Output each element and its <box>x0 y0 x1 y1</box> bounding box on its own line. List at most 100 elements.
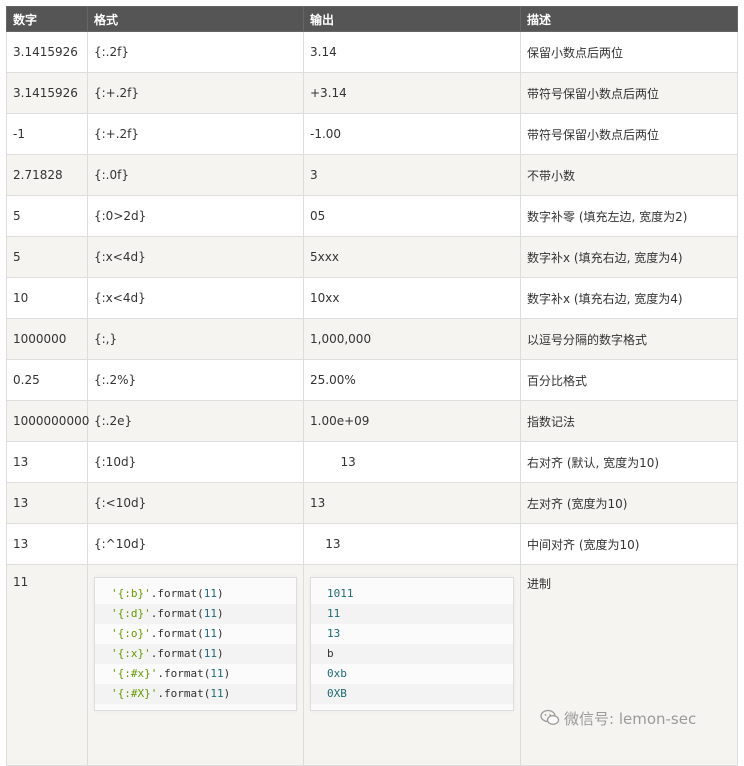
number-cell: 13 <box>6 441 88 483</box>
format-cell: {:x<4d} <box>87 236 304 278</box>
code-method: .format( <box>150 607 204 620</box>
code-close: ) <box>223 687 231 700</box>
code-block: '{:b}'.format(11) '{:d}'.format(11) '{:o… <box>94 577 297 711</box>
output-cell: 13 <box>303 523 521 565</box>
table-row: 0.25 {:.2%} 25.00% 百分比格式 <box>6 359 738 401</box>
code-method: .format( <box>150 627 204 640</box>
code-method: .format( <box>157 667 211 680</box>
output-line: 0xb <box>327 667 347 680</box>
table-row-base-conversion: 11 '{:b}'.format(11) '{:d}'.format(11) '… <box>6 564 738 766</box>
table-row: 1000000000 {:.2e} 1.00e+09 指数记法 <box>6 400 738 442</box>
number-cell: 3.1415926 <box>6 31 88 73</box>
table-row: 3.1415926 {:+.2f} +3.14 带符号保留小数点后两位 <box>6 72 738 114</box>
code-string: '{:d}' <box>111 607 151 620</box>
code-line: '{:b}'.format(11) <box>95 584 296 604</box>
number-cell: 0.25 <box>6 359 88 401</box>
output-cell: 1011 11 13 b 0xb 0XB <box>303 564 521 766</box>
description-cell: 右对齐 (默认, 宽度为10) <box>520 441 738 483</box>
code-method: .format( <box>150 647 204 660</box>
watermark-text: 微信号: lemon-sec <box>564 710 697 728</box>
table-row: 5 {:x<4d} 5xxx 数字补x (填充右边, 宽度为4) <box>6 236 738 278</box>
output-cell: 1,000,000 <box>303 318 521 360</box>
output-cell: -1.00 <box>303 113 521 155</box>
code-method: .format( <box>150 587 204 600</box>
table-row: 13 {:10d} 13 右对齐 (默认, 宽度为10) <box>6 441 738 483</box>
format-cell: {:0>2d} <box>87 195 304 237</box>
table-row: 13 {:^10d} 13 中间对齐 (宽度为10) <box>6 523 738 565</box>
code-line: '{:#x}'.format(11) <box>95 664 296 684</box>
description-cell: 指数记法 <box>520 400 738 442</box>
code-close: ) <box>216 587 224 600</box>
code-arg: 11 <box>203 647 217 660</box>
code-string: '{:o}' <box>111 627 151 640</box>
code-close: ) <box>216 627 224 640</box>
format-table: 数字 格式 输出 描述 3.1415926 {:.2f} 3.14 保留小数点后… <box>6 6 738 766</box>
output-cell: 3 <box>303 154 521 196</box>
number-cell: 11 <box>6 564 88 766</box>
table-row: 10 {:x<4d} 10xx 数字补x (填充右边, 宽度为4) <box>6 277 738 319</box>
output-cell: 1.00e+09 <box>303 400 521 442</box>
code-line: '{:d}'.format(11) <box>95 604 296 624</box>
watermark: 微信号: lemon-sec <box>540 708 696 729</box>
description-cell: 数字补x (填充右边, 宽度为4) <box>520 236 738 278</box>
output-cell: 25.00% <box>303 359 521 401</box>
code-string: '{:x}' <box>111 647 151 660</box>
format-cell: {:.0f} <box>87 154 304 196</box>
table-row: 5 {:0>2d} 05 数字补零 (填充左边, 宽度为2) <box>6 195 738 237</box>
number-cell: 5 <box>6 195 88 237</box>
code-string: '{:#X}' <box>111 687 158 700</box>
output-block: 1011 11 13 b 0xb 0XB <box>310 577 514 711</box>
number-cell: 10 <box>6 277 88 319</box>
description-cell: 左对齐 (宽度为10) <box>520 482 738 524</box>
description-cell: 数字补零 (填充左边, 宽度为2) <box>520 195 738 237</box>
code-close: ) <box>216 607 224 620</box>
wechat-icon <box>540 709 560 725</box>
output-line: 11 <box>311 604 513 624</box>
output-line: b <box>311 644 513 664</box>
description-cell: 中间对齐 (宽度为10) <box>520 523 738 565</box>
format-cell: {:,} <box>87 318 304 360</box>
col-header-format: 格式 <box>87 6 304 32</box>
number-cell: 13 <box>6 482 88 524</box>
code-arg: 11 <box>210 687 224 700</box>
description-cell: 保留小数点后两位 <box>520 31 738 73</box>
format-cell: {:+.2f} <box>87 113 304 155</box>
description-cell: 带符号保留小数点后两位 <box>520 72 738 114</box>
code-method: .format( <box>157 687 211 700</box>
output-line: 13 <box>327 627 341 640</box>
output-cell: +3.14 <box>303 72 521 114</box>
number-cell: -1 <box>6 113 88 155</box>
code-close: ) <box>223 667 231 680</box>
col-header-description: 描述 <box>520 6 738 32</box>
description-cell: 以逗号分隔的数字格式 <box>520 318 738 360</box>
description-cell: 不带小数 <box>520 154 738 196</box>
number-cell: 13 <box>6 523 88 565</box>
number-cell: 2.71828 <box>6 154 88 196</box>
number-cell: 1000000 <box>6 318 88 360</box>
format-cell: {:+.2f} <box>87 72 304 114</box>
code-line: '{:#X}'.format(11) <box>95 684 296 704</box>
output-cell: 05 <box>303 195 521 237</box>
code-string: '{:b}' <box>111 587 151 600</box>
code-arg: 11 <box>203 627 217 640</box>
output-cell: 3.14 <box>303 31 521 73</box>
table-row: 3.1415926 {:.2f} 3.14 保留小数点后两位 <box>6 31 738 73</box>
output-line: 0XB <box>311 684 513 704</box>
table-row: -1 {:+.2f} -1.00 带符号保留小数点后两位 <box>6 113 738 155</box>
output-line: 1011 <box>327 587 354 600</box>
output-cell: 13 <box>303 441 521 483</box>
code-string: '{:#x}' <box>111 667 158 680</box>
col-header-output: 输出 <box>303 6 521 32</box>
output-cell: 13 <box>303 482 521 524</box>
code-arg: 11 <box>203 587 217 600</box>
number-cell: 1000000000 <box>6 400 89 442</box>
output-cell: 10xx <box>303 277 521 319</box>
code-close: ) <box>216 647 224 660</box>
description-cell: 百分比格式 <box>520 359 738 401</box>
code-arg: 11 <box>210 667 224 680</box>
description-cell: 带符号保留小数点后两位 <box>520 113 738 155</box>
output-cell: 5xxx <box>303 236 521 278</box>
table-row: 13 {:<10d} 13 左对齐 (宽度为10) <box>6 482 738 524</box>
code-line: '{:o}'.format(11) <box>95 624 296 644</box>
format-cell: {:<10d} <box>87 482 304 524</box>
